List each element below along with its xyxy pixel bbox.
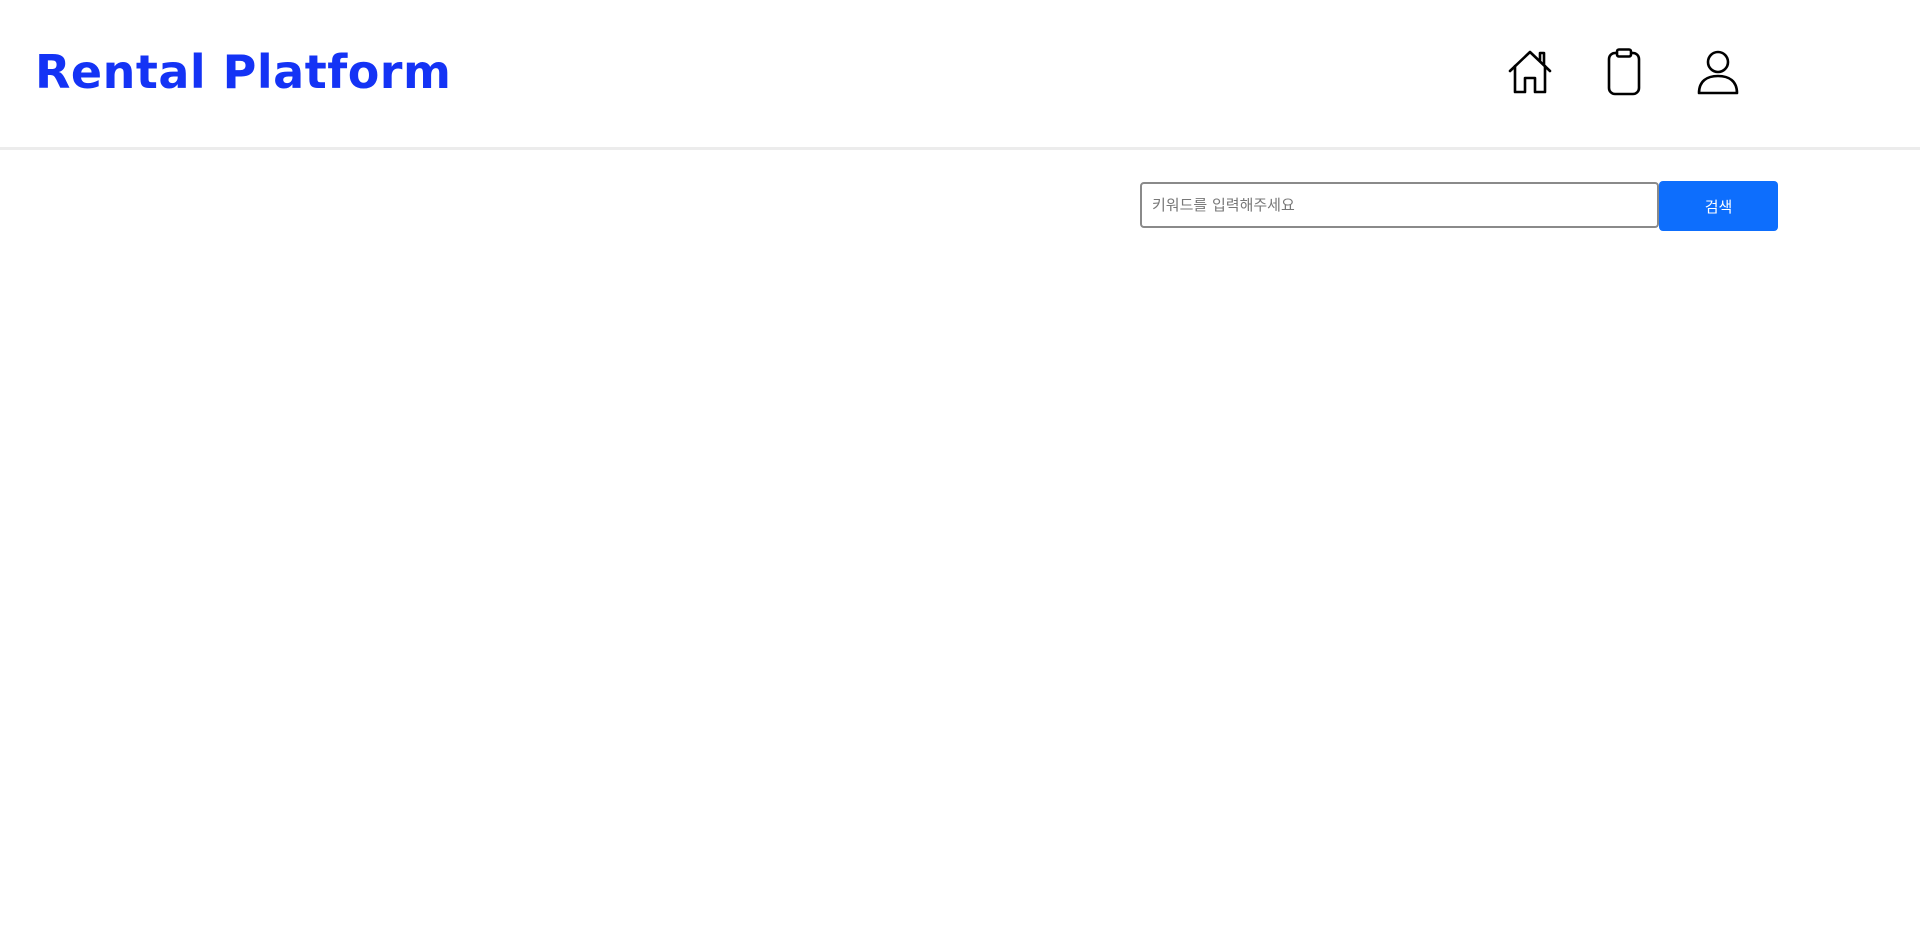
nav-rentals-button[interactable] [1600,48,1648,96]
user-icon [1697,50,1739,95]
search-input[interactable] [1140,182,1659,228]
search-bar: 검색 [1140,181,1778,231]
clipboard-icon [1607,48,1641,96]
home-icon [1508,50,1552,94]
search-button[interactable]: 검색 [1659,181,1778,231]
top-header: Rental Platform [0,0,1920,150]
nav-profile-button[interactable] [1694,48,1742,96]
nav-home-button[interactable] [1506,48,1554,96]
brand-logo[interactable]: Rental Platform [35,42,451,102]
